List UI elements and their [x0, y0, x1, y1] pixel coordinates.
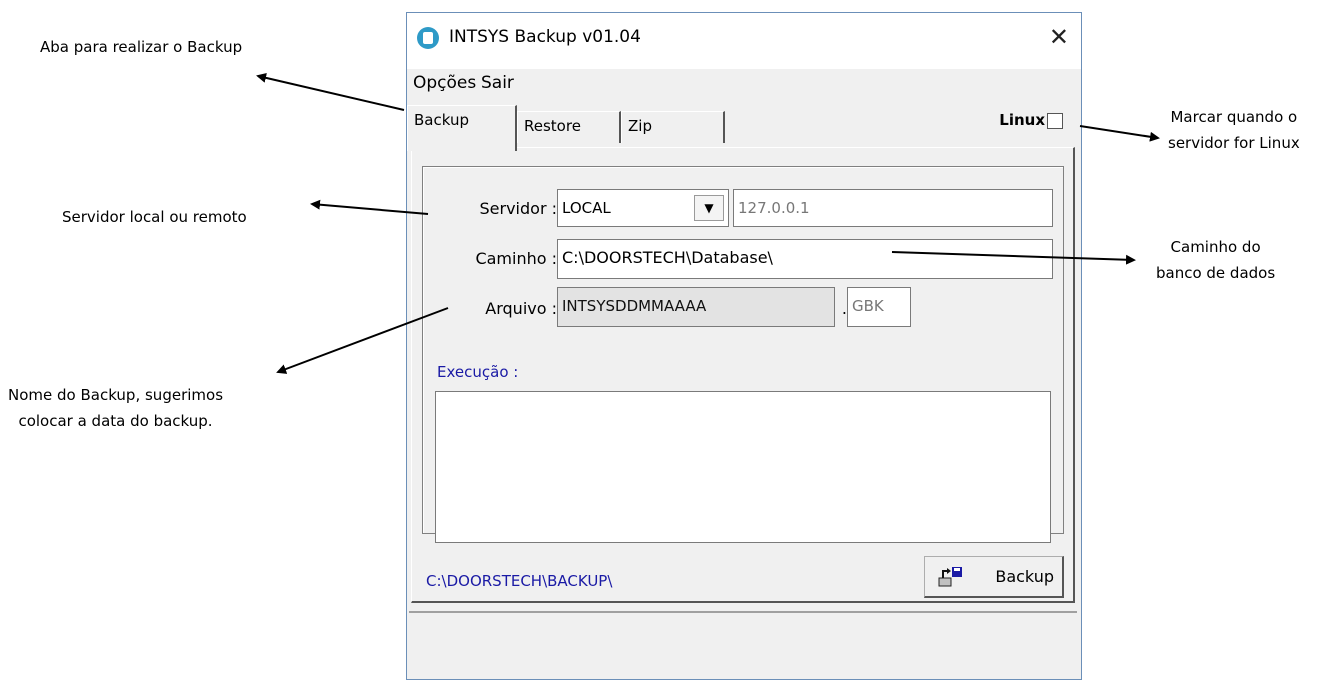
- tab-zip[interactable]: Zip: [621, 111, 725, 143]
- server-ip-input[interactable]: 127.0.0.1: [733, 189, 1053, 227]
- backup-group: Servidor : LOCAL ▼ 127.0.0.1 Caminho : C…: [422, 166, 1064, 543]
- backup-file-name-input[interactable]: INTSYSDDMMAAAA: [557, 287, 835, 327]
- annotation-server-note: Servidor local ou remoto: [62, 208, 247, 226]
- menu-options[interactable]: Opções: [413, 73, 476, 93]
- path-label: Caminho :: [475, 249, 557, 268]
- server-select[interactable]: LOCAL ▼: [557, 189, 729, 227]
- linux-label: Linux: [999, 111, 1045, 129]
- database-path-input[interactable]: C:\DOORSTECH\Database\: [557, 239, 1053, 279]
- annotation-name-note-line2: colocar a data do backup.: [18, 412, 213, 430]
- arrow-tab: [256, 72, 405, 111]
- menu-bar: Opções Sair: [407, 73, 1081, 99]
- menu-exit[interactable]: Sair: [481, 73, 514, 93]
- title-bar: INTSYS Backup v01.04 ✕: [407, 13, 1081, 69]
- annotation-linux-note: Marcar quando o servidor for Linux: [1168, 104, 1300, 156]
- annotation-tab-note: Aba para realizar o Backup: [40, 38, 243, 56]
- status-bar-divider: [409, 611, 1077, 613]
- annotation-name-note: Nome do Backup, sugerimos colocar a data…: [8, 382, 223, 434]
- annotation-path-note: Caminho do banco de dados: [1156, 234, 1275, 286]
- server-select-value: LOCAL: [562, 199, 611, 217]
- linux-checkbox[interactable]: [1047, 113, 1063, 129]
- file-dot: .: [841, 299, 847, 318]
- annotation-linux-note-line1: Marcar quando o: [1170, 108, 1298, 126]
- backup-button[interactable]: Backup: [924, 556, 1064, 598]
- chevron-down-icon[interactable]: ▼: [694, 195, 724, 221]
- file-extension-input[interactable]: GBK: [847, 287, 911, 327]
- tab-row: Backup Restore Zip Linux: [407, 105, 1081, 151]
- annotation-path-note-line1: Caminho do: [1170, 238, 1261, 256]
- server-label: Servidor :: [479, 199, 558, 218]
- close-icon[interactable]: ✕: [1049, 23, 1069, 51]
- annotation-name-note-line1: Nome do Backup, sugerimos: [8, 386, 224, 404]
- annotation-linux-note-line2: servidor for Linux: [1168, 134, 1300, 152]
- backup-destination-path: C:\DOORSTECH\BACKUP\: [426, 572, 613, 590]
- backup-panel: Servidor : LOCAL ▼ 127.0.0.1 Caminho : C…: [411, 147, 1075, 603]
- tab-backup[interactable]: Backup: [407, 105, 517, 151]
- tab-restore[interactable]: Restore: [517, 111, 621, 143]
- window-title: INTSYS Backup v01.04: [449, 27, 641, 47]
- arrow-linux: [1079, 125, 1160, 142]
- execution-label: Execução :: [437, 363, 519, 381]
- backup-window: INTSYS Backup v01.04 ✕ Opções Sair Backu…: [406, 12, 1082, 680]
- backup-icon: [938, 567, 962, 587]
- backup-button-label: Backup: [995, 567, 1054, 586]
- app-icon: [417, 27, 439, 49]
- annotation-path-note-line2: banco de dados: [1156, 264, 1276, 282]
- file-label: Arquivo :: [485, 299, 557, 318]
- execution-log[interactable]: [435, 391, 1051, 543]
